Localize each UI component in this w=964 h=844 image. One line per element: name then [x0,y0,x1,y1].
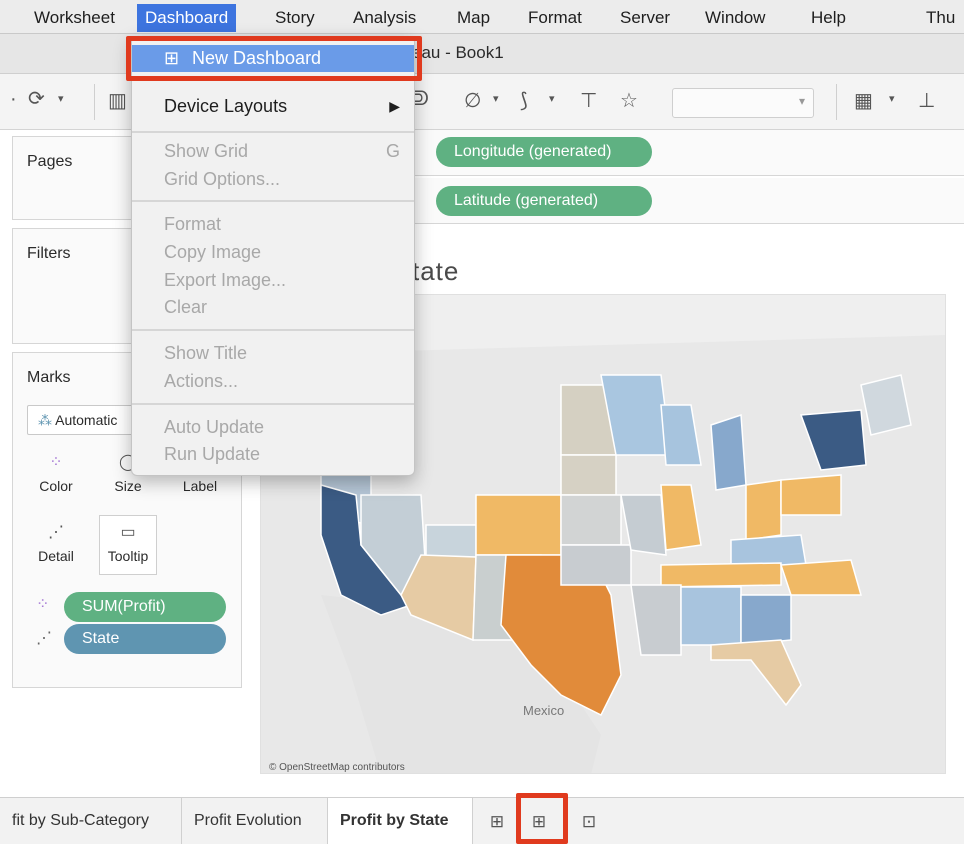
show-me-icon[interactable]: ᕲ [414,88,429,111]
menu-show-grid: Show Grid G [132,138,414,165]
size-card-label: Size [114,478,142,494]
menu-separator [132,403,414,405]
new-dashboard-tab-icon[interactable]: ⊞ [524,808,554,836]
state-nebraska[interactable] [560,494,622,546]
menu-window[interactable]: Window [697,4,773,32]
state-michigan[interactable] [710,413,747,491]
color-encoding-icon: ⁘ [36,596,50,613]
sheet-tab-bar: fit by Sub-Category Profit Evolution Pro… [0,797,964,844]
toolbar-separator [94,84,95,120]
menu-clock: Thu [926,8,956,27]
menu-story[interactable]: Story [267,4,323,32]
sheet-title: tate [412,256,460,286]
new-worksheet-tab-icon[interactable]: ⊞ [482,808,512,836]
pages-title: Pages [27,153,73,170]
redo-arrow-icon[interactable]: · [10,88,17,111]
sum-profit-pill[interactable]: SUM(Profit) [64,592,226,622]
new-story-tab-icon[interactable]: ⊡ [574,808,604,836]
highlight-dropdown-icon[interactable]: ▾ [493,92,499,105]
menu-format[interactable]: Format [520,4,590,32]
state-mississippi-alabama[interactable] [680,586,742,646]
labels-dropdown-icon[interactable]: ▾ [549,92,555,105]
menu-auto-update: Auto Update [164,417,265,437]
longitude-pill[interactable]: Longitude (generated) [436,137,652,167]
color-dots-icon: ⁘ [49,454,63,471]
menu-map[interactable]: Map [449,4,498,32]
menu-separator [132,131,414,133]
show-grid-label: Show Grid [164,141,249,161]
latitude-pill[interactable]: Latitude (generated) [436,186,652,216]
menu-dashboard[interactable]: Dashboard [137,4,237,32]
menu-bar: Worksheet Dashboard Story Analysis Map F… [0,0,964,34]
menu-separator [132,77,414,79]
state-colorado[interactable] [475,494,562,556]
tooltip-card[interactable]: ▭ Tooltip [99,515,157,575]
tooltip-card-label: Tooltip [107,548,149,564]
state-tennessee[interactable] [660,562,782,588]
menu-separator [132,329,414,331]
filters-title: Filters [27,245,71,262]
device-layouts-label: Device Layouts [164,96,288,116]
menu-new-dashboard[interactable]: ⊞ New Dashboard [132,45,414,72]
pin-icon[interactable]: ☆ [620,88,638,113]
menu-format: Format [164,214,222,234]
detail-card[interactable]: ⋰ Detail [28,516,84,574]
menu-device-layouts[interactable]: Device Layouts ▶ [132,93,414,120]
menu-show-title: Show Title [164,343,248,363]
menu-server[interactable]: Server [612,4,678,32]
submenu-arrow-icon: ▶ [389,98,400,114]
menu-actions: Actions... [164,371,239,391]
dashboard-menu: ⊞ New Dashboard Device Layouts ▶ Show Gr… [131,36,415,476]
tab-profit-evolution[interactable]: Profit Evolution [182,798,328,844]
text-box-icon[interactable]: ⊤ [580,88,597,113]
marks-title: Marks [27,369,71,386]
state-georgia[interactable] [740,594,792,646]
menu-run-update: Run Update [164,444,261,464]
state-kansas[interactable] [560,544,632,586]
detail-card-label: Detail [38,548,74,564]
attach-icon[interactable]: ⟆ [520,88,528,113]
toolbar-separator [836,84,837,120]
menu-analysis[interactable]: Analysis [345,4,424,32]
map-mark-icon: ⁂ [38,412,56,428]
state-ohio[interactable] [745,479,782,541]
mexico-label: Mexico [523,703,564,718]
tooltip-bubble-icon: ▭ [120,524,136,541]
presentation-icon[interactable]: ⊥ [918,88,935,113]
menu-export-image: Export Image... [164,270,287,290]
state-pill[interactable]: State [64,624,226,654]
tab-profit-by-state[interactable]: Profit by State [328,798,473,844]
state-pennsylvania[interactable] [780,474,842,516]
menu-separator [132,200,414,202]
mark-type-value: Automatic [55,412,118,428]
state-south-dakota[interactable] [560,454,617,496]
detail-encoding-icon: ⋰ [36,630,52,647]
highlight-icon[interactable]: ∅ [464,88,481,113]
menu-grid-options: Grid Options... [164,169,281,189]
window-title: eau - Book1 [412,43,504,62]
show-grid-shortcut: G [385,141,400,161]
label-card-label: Label [182,478,218,494]
menu-help[interactable]: Help [803,4,854,32]
state-new-england[interactable] [860,374,912,436]
color-card-label: Color [39,478,73,494]
fit-dropdown[interactable]: ▾ [672,88,814,118]
tab-profit-by-sub-category[interactable]: fit by Sub-Category [0,798,182,844]
new-dashboard-label: New Dashboard [192,48,322,68]
menu-clear: Clear [164,297,208,317]
show-me-chart-icon[interactable]: ▦ [854,88,873,113]
menu-worksheet[interactable]: Worksheet [26,4,123,32]
state-north-carolina[interactable] [779,559,862,596]
chevron-down-icon: ▾ [798,94,805,108]
map-attribution: © OpenStreetMap contributors [269,762,405,773]
refresh-icon[interactable]: ⟳ [28,86,45,111]
menu-copy-image: Copy Image [164,242,262,262]
new-worksheet-icon[interactable]: ▥ [108,88,127,113]
show-me-dropdown-icon[interactable]: ▾ [889,92,895,105]
color-card[interactable]: ⁘ Color [28,446,84,504]
refresh-dropdown-icon[interactable]: ▾ [58,92,64,105]
detail-dots-icon: ⋰ [48,524,64,541]
new-dashboard-icon: ⊞ [164,48,180,68]
